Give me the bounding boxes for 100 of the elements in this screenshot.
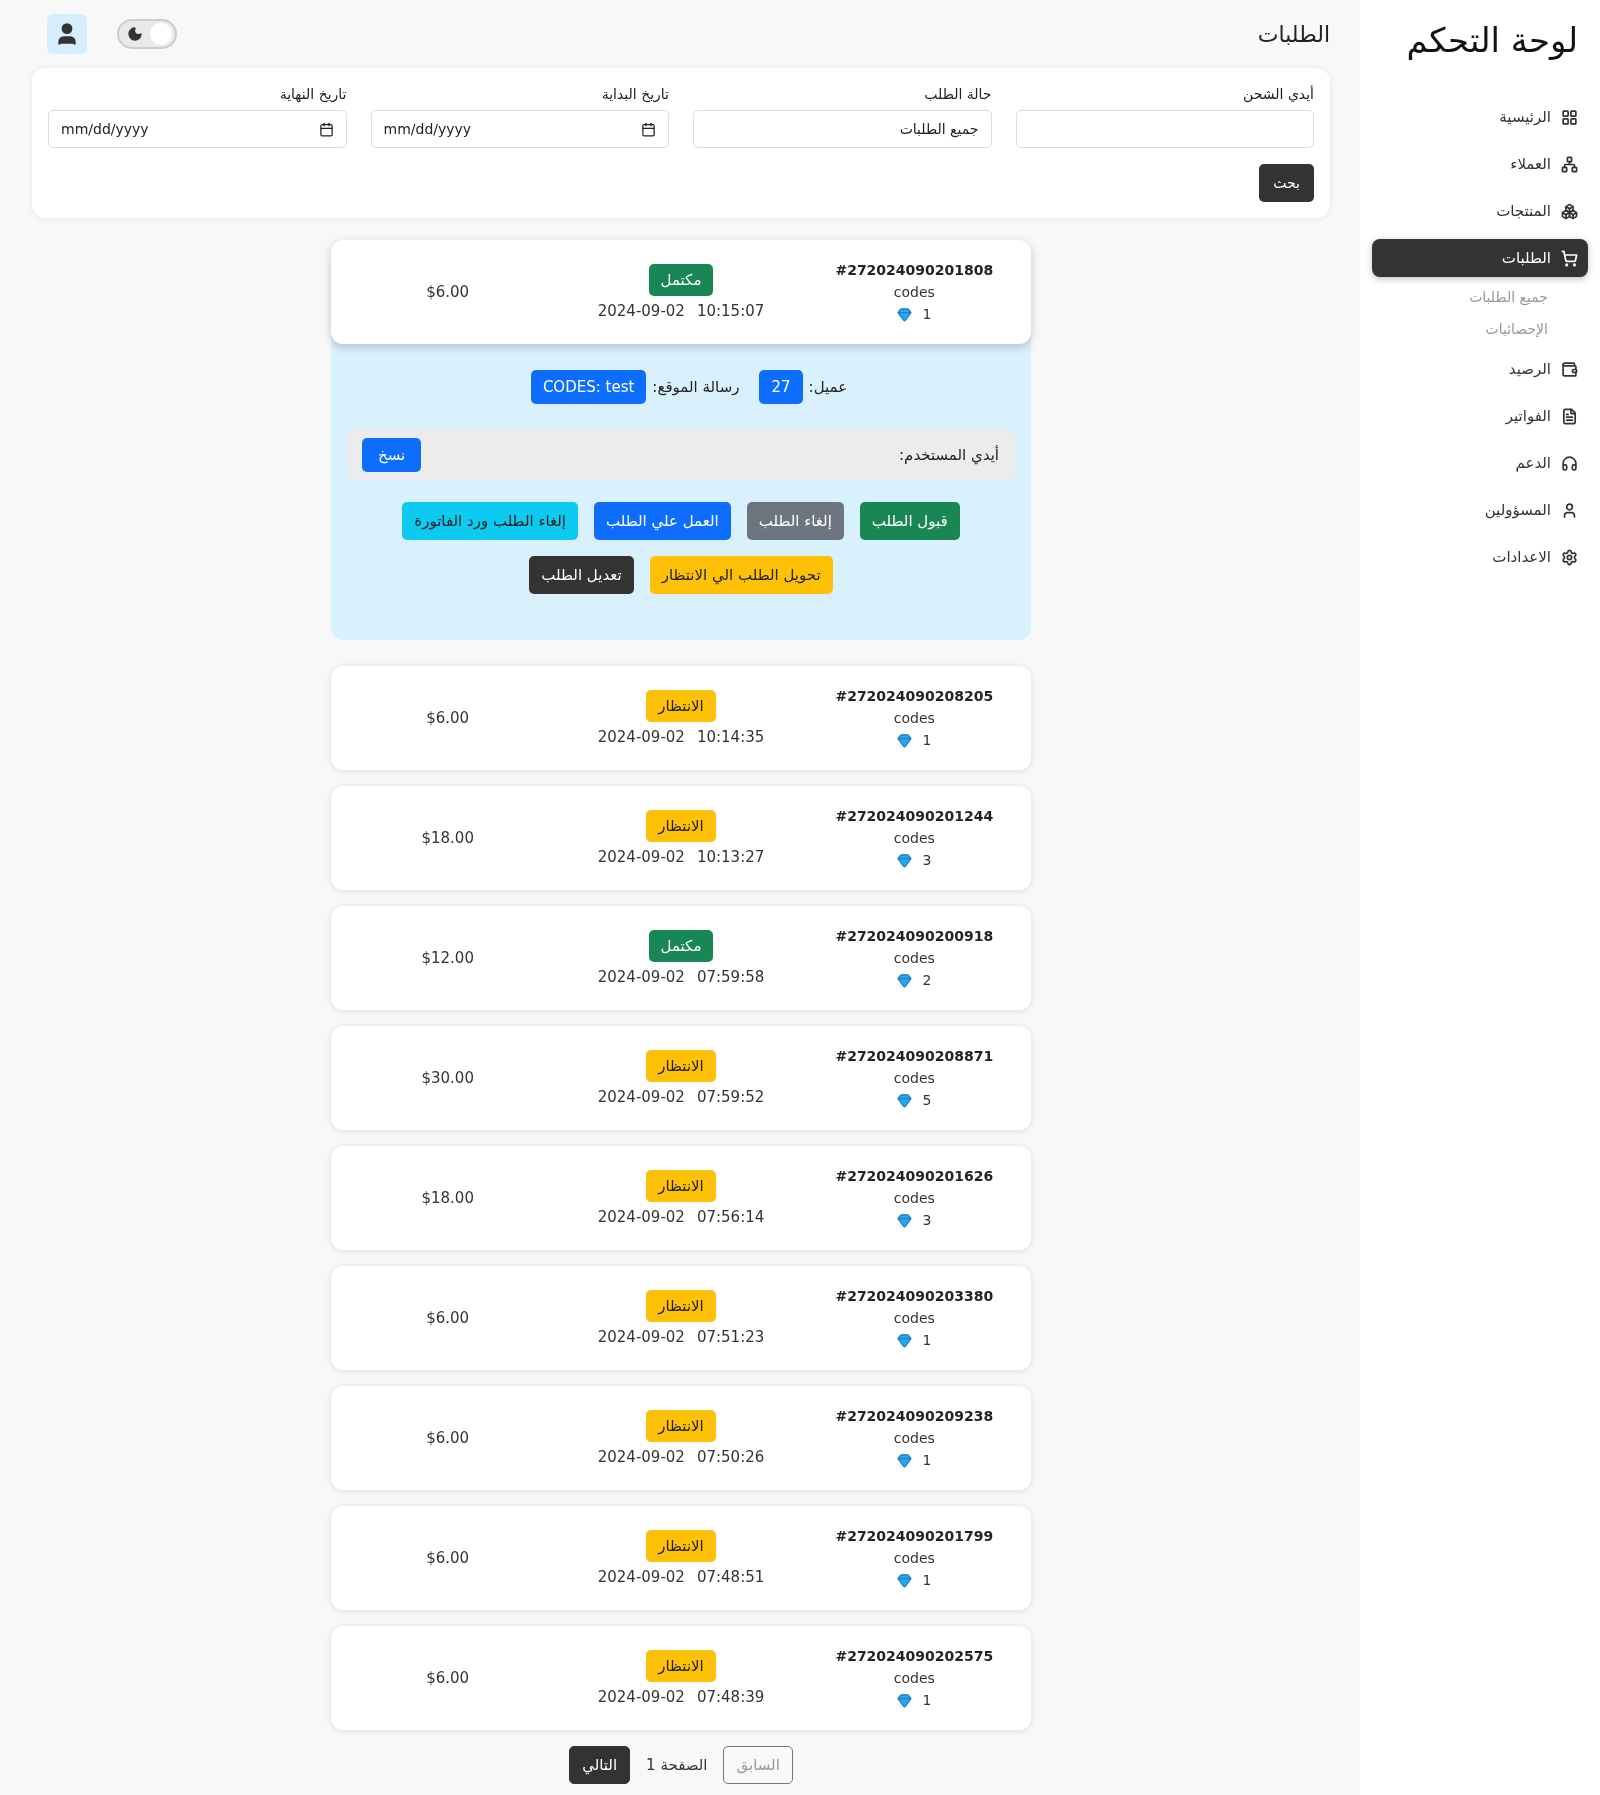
moon-icon xyxy=(127,26,143,42)
action-button[interactable]: العمل علي الطلب xyxy=(594,502,731,540)
product-name: codes xyxy=(893,1670,935,1686)
select-field[interactable]: جميع الطلبات xyxy=(693,110,992,148)
status-badge: الانتظار xyxy=(646,1530,716,1562)
message-label: رسالة الموقع: xyxy=(652,378,740,396)
field-label: أيدي الشحن xyxy=(1242,86,1314,102)
product-name: codes xyxy=(893,830,935,846)
headset-icon xyxy=(1561,454,1578,472)
sidebar-title: لوحة التحكم xyxy=(1405,20,1578,60)
settings-icon xyxy=(1561,548,1578,566)
order-date: 2024-09-02 xyxy=(597,848,685,866)
gem-icon xyxy=(897,1092,913,1108)
input-field[interactable] xyxy=(1015,110,1314,148)
copy-button[interactable]: نسخ xyxy=(362,438,422,472)
order-id: #272024090201626 xyxy=(835,1168,994,1184)
status-badge: مكتمل xyxy=(648,264,714,296)
product-name: codes xyxy=(893,1550,935,1566)
order-time: 10:15:07 xyxy=(696,302,765,320)
user-id-label: أيدي المستخدم: xyxy=(899,446,999,464)
gem-icon xyxy=(897,972,913,988)
order-date: 2024-09-02 xyxy=(597,1088,685,1106)
order-date: 2024-09-02 xyxy=(597,1208,685,1226)
sidebar-item[interactable]: الاعدادات xyxy=(1372,538,1588,576)
quantity: 3 xyxy=(922,852,932,868)
order-id: #272024090200918 xyxy=(835,928,994,944)
theme-toggle[interactable] xyxy=(117,19,177,49)
order-id: #272024090202575 xyxy=(835,1648,994,1664)
next-button[interactable]: التالي xyxy=(569,1746,631,1784)
order-price: $18.00 xyxy=(421,829,474,847)
calendar-icon xyxy=(641,121,656,137)
action-button[interactable]: إلغاء الطلب xyxy=(746,502,844,540)
sidebar-item[interactable]: المنتجات xyxy=(1372,192,1588,230)
date-field[interactable]: mm/dd/yyyy xyxy=(370,110,669,148)
product-name: codes xyxy=(893,710,935,726)
quantity: 1 xyxy=(922,1692,932,1708)
user-icon xyxy=(1561,501,1578,519)
order-price: $6.00 xyxy=(426,1429,470,1447)
order-time: 07:59:52 xyxy=(696,1088,765,1106)
order-time: 07:59:58 xyxy=(696,968,765,986)
field-label: تاريخ البداية xyxy=(600,86,669,102)
page-number: الصفحة 1 xyxy=(646,1756,708,1774)
order-date: 2024-09-02 xyxy=(597,302,685,320)
status-badge: الانتظار xyxy=(646,1410,716,1442)
order-time: 07:48:51 xyxy=(696,1568,765,1586)
client-label: عميل: xyxy=(808,378,848,396)
order-id: #272024090201244 xyxy=(835,808,994,824)
sidebar-item[interactable]: العملاء xyxy=(1372,145,1588,183)
sidebar-item[interactable]: الرئيسية xyxy=(1372,98,1588,136)
product-name: codes xyxy=(893,284,935,300)
sidebar-item[interactable]: الفواتير xyxy=(1372,397,1588,435)
order-time: 10:13:27 xyxy=(696,848,765,866)
gem-icon xyxy=(897,1332,913,1348)
quantity: 1 xyxy=(922,1332,932,1348)
gem-icon xyxy=(897,1692,913,1708)
date-field[interactable]: mm/dd/yyyy xyxy=(48,110,347,148)
action-button[interactable]: قبول الطلب xyxy=(859,502,960,540)
action-button[interactable]: تعديل الطلب xyxy=(529,556,634,594)
action-button[interactable]: إلغاء الطلب ورد الفاتورة xyxy=(402,502,579,540)
quantity: 5 xyxy=(922,1092,932,1108)
quantity: 1 xyxy=(922,306,932,322)
quantity: 2 xyxy=(922,972,932,988)
product-name: codes xyxy=(893,1190,935,1206)
gem-icon xyxy=(897,306,913,322)
search-button[interactable]: بحث xyxy=(1259,164,1314,202)
sidebar-item[interactable]: الطلبات xyxy=(1372,239,1588,277)
wallet-icon xyxy=(1561,360,1578,378)
boxes-icon xyxy=(1561,202,1578,220)
order-price: $6.00 xyxy=(426,1549,470,1567)
action-button[interactable]: تحويل الطلب الي الانتظار xyxy=(649,556,833,594)
gem-icon xyxy=(897,852,913,868)
gem-icon xyxy=(897,1212,913,1228)
order-time: 07:50:26 xyxy=(696,1448,765,1466)
gem-icon xyxy=(897,732,913,748)
cart-icon xyxy=(1561,249,1578,267)
quantity: 3 xyxy=(922,1212,932,1228)
grid-icon xyxy=(1561,108,1578,126)
order-price: $6.00 xyxy=(426,283,470,301)
status-badge: الانتظار xyxy=(646,1290,716,1322)
order-price: $6.00 xyxy=(426,1669,470,1687)
order-id: #272024090208871 xyxy=(835,1048,994,1064)
page-title: الطلبات xyxy=(1257,21,1330,47)
order-id: #272024090201808 xyxy=(835,262,994,278)
order-id: #272024090208205 xyxy=(835,688,994,704)
sidebar-item[interactable]: المسؤولين xyxy=(1372,491,1588,529)
order-time: 07:51:23 xyxy=(696,1328,765,1346)
order-date: 2024-09-02 xyxy=(597,728,685,746)
quantity: 1 xyxy=(922,732,932,748)
status-badge: مكتمل xyxy=(648,930,714,962)
profile-button[interactable] xyxy=(47,14,87,54)
order-price: $18.00 xyxy=(421,1189,474,1207)
sidebar-item[interactable]: الرصيد xyxy=(1372,350,1588,388)
sidebar-item[interactable]: الدعم xyxy=(1372,444,1588,482)
order-date: 2024-09-02 xyxy=(597,1448,685,1466)
order-id: #272024090203380 xyxy=(835,1288,994,1304)
product-name: codes xyxy=(893,950,935,966)
status-badge: الانتظار xyxy=(646,1170,716,1202)
order-price: $6.00 xyxy=(426,1309,470,1327)
order-date: 2024-09-02 xyxy=(597,1328,685,1346)
order-price: $12.00 xyxy=(421,949,474,967)
